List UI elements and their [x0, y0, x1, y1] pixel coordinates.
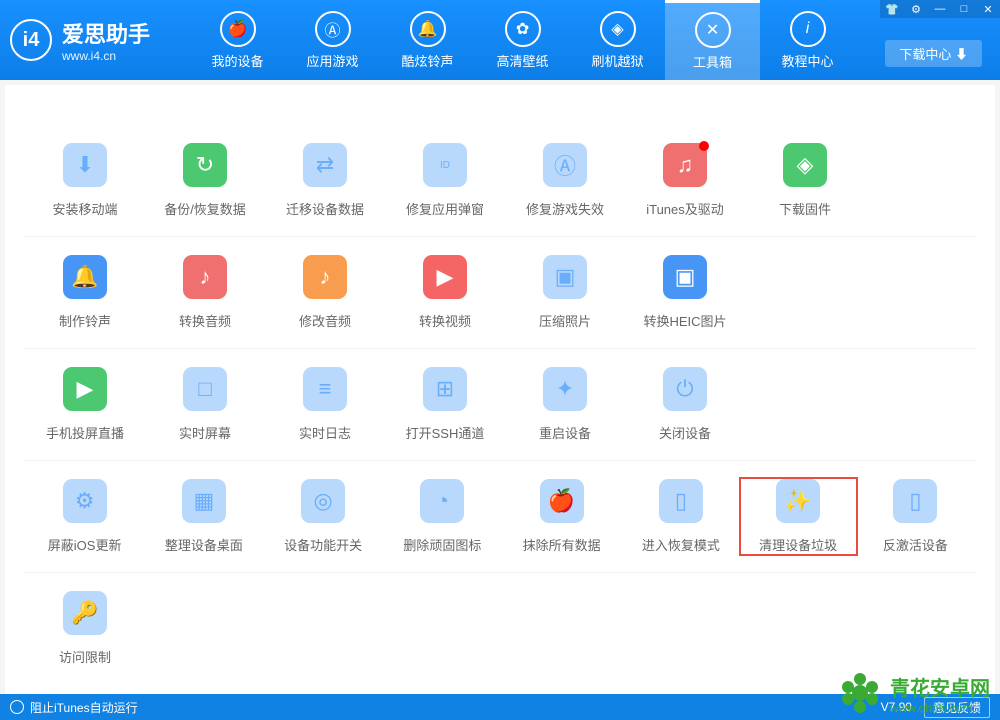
audio-icon: ♪	[183, 255, 227, 299]
download-icon: ⬇	[63, 143, 107, 187]
power-icon: ⏻	[663, 367, 707, 411]
nav-tab-jailbreak[interactable]: ◈ 刷机越狱	[570, 0, 665, 80]
nav-tab-tutorials[interactable]: i 教程中心	[760, 0, 855, 80]
circle-icon	[10, 700, 24, 714]
cube-icon: ◈	[783, 143, 827, 187]
toggle-icon: ◎	[301, 479, 345, 523]
tools-icon: ✕	[695, 12, 731, 48]
tool-fix-game[interactable]: Ⓐ 修复游戏失效	[505, 143, 625, 218]
settings-button[interactable]: ⚙	[904, 0, 928, 18]
tool-organize-desktop[interactable]: ▦ 整理设备桌面	[144, 479, 263, 554]
logo-icon: i4	[10, 19, 52, 61]
tool-recovery-mode[interactable]: ▯ 进入恢复模式	[621, 479, 740, 554]
gear-icon: ⚙	[63, 479, 107, 523]
nav-tab-my-device[interactable]: 🍎 我的设备	[190, 0, 285, 80]
skin-button[interactable]: 👕	[880, 0, 904, 18]
tool-make-ringtone[interactable]: 🔔 制作铃声	[25, 255, 145, 330]
window-controls: 👕 ⚙ — □ ✕	[880, 0, 1000, 18]
close-button[interactable]: ✕	[976, 0, 1000, 18]
app-title: 爱思助手	[62, 17, 150, 49]
tool-access-restriction[interactable]: 🔑 访问限制	[25, 591, 145, 666]
watermark: 青花安卓网 www.qhhlv.com	[838, 671, 990, 715]
app-icon: Ⓐ	[543, 143, 587, 187]
logo-area: i4 爱思助手 www.i4.cn	[10, 17, 150, 63]
transfer-icon: ⇄	[303, 143, 347, 187]
tool-convert-heic[interactable]: ▣ 转换HEIC图片	[625, 255, 745, 330]
app-url: www.i4.cn	[62, 49, 150, 63]
tool-fix-app-popup[interactable]: ID 修复应用弹窗	[385, 143, 505, 218]
tool-realtime-log[interactable]: ≡ 实时日志	[265, 367, 385, 442]
tool-device-switches[interactable]: ◎ 设备功能开关	[264, 479, 383, 554]
tool-migrate-data[interactable]: ⇄ 迁移设备数据	[265, 143, 385, 218]
itunes-block-toggle[interactable]: 阻止iTunes自动运行	[30, 699, 138, 716]
flower-icon: ✿	[505, 11, 541, 47]
grid-icon: ▦	[182, 479, 226, 523]
notification-dot-icon	[699, 141, 709, 151]
tool-row-3: ▶ 手机投屏直播 □ 实时屏幕 ≡ 实时日志 ⊞ 打开SSH通道 ✦ 重启设备 …	[25, 349, 975, 461]
tool-row-4: ⚙ 屏蔽iOS更新 ▦ 整理设备桌面 ◎ 设备功能开关 ◔ 删除顽固图标 🍎 抹…	[25, 461, 975, 573]
play-screen-icon: ▶	[63, 367, 107, 411]
logo-text: 爱思助手 www.i4.cn	[62, 17, 150, 63]
tool-convert-video[interactable]: ▶ 转换视频	[385, 255, 505, 330]
phone-recovery-icon: ▯	[659, 479, 703, 523]
tool-erase-all-data[interactable]: 🍎 抹除所有数据	[502, 479, 621, 554]
nav-tabs: 🍎 我的设备 Ⓐ 应用游戏 🔔 酷炫铃声 ✿ 高清壁纸 ◈ 刷机越狱 ✕ 工具箱…	[190, 0, 855, 80]
watermark-logo-icon	[838, 671, 882, 715]
tool-shutdown-device[interactable]: ⏻ 关闭设备	[625, 367, 745, 442]
log-icon: ≡	[303, 367, 347, 411]
heic-icon: ▣	[663, 255, 707, 299]
bell-icon: 🔔	[410, 11, 446, 47]
terminal-icon: ⊞	[423, 367, 467, 411]
tool-delete-stubborn-icons[interactable]: ◔ 删除顽固图标	[383, 479, 502, 554]
tool-screen-mirror[interactable]: ▶ 手机投屏直播	[25, 367, 145, 442]
edit-audio-icon: ♪	[303, 255, 347, 299]
tool-itunes-driver[interactable]: ♫ iTunes及驱动	[625, 143, 745, 218]
main-content: ⬇ 安装移动端 ↻ 备份/恢复数据 ⇄ 迁移设备数据 ID 修复应用弹窗 Ⓐ 修…	[5, 85, 995, 695]
tool-reboot-device[interactable]: ✦ 重启设备	[505, 367, 625, 442]
refresh-icon: ↻	[183, 143, 227, 187]
phone-deactivate-icon: ▯	[893, 479, 937, 523]
reboot-icon: ✦	[543, 367, 587, 411]
apple-erase-icon: 🍎	[540, 479, 584, 523]
apps-icon: Ⓐ	[315, 11, 351, 47]
maximize-button[interactable]: □	[952, 0, 976, 18]
nav-tab-wallpapers[interactable]: ✿ 高清壁纸	[475, 0, 570, 80]
tool-block-ios-update[interactable]: ⚙ 屏蔽iOS更新	[25, 479, 144, 554]
download-center-button[interactable]: 下载中心 ⬇	[885, 40, 982, 67]
apple-icon: 🍎	[220, 11, 256, 47]
play-icon: ▶	[423, 255, 467, 299]
nav-tab-apps-games[interactable]: Ⓐ 应用游戏	[285, 0, 380, 80]
nav-tab-toolbox[interactable]: ✕ 工具箱	[665, 0, 760, 80]
box-icon: ◈	[600, 11, 636, 47]
monitor-icon: □	[183, 367, 227, 411]
bell-tool-icon: 🔔	[63, 255, 107, 299]
tool-row-5: 🔑 访问限制	[25, 573, 975, 684]
tool-compress-photo[interactable]: ▣ 压缩照片	[505, 255, 625, 330]
apple-id-icon: ID	[423, 143, 467, 187]
tool-convert-audio[interactable]: ♪ 转换音频	[145, 255, 265, 330]
tool-row-1: ⬇ 安装移动端 ↻ 备份/恢复数据 ⇄ 迁移设备数据 ID 修复应用弹窗 Ⓐ 修…	[25, 125, 975, 237]
header-bar: i4 爱思助手 www.i4.cn 🍎 我的设备 Ⓐ 应用游戏 🔔 酷炫铃声 ✿…	[0, 0, 1000, 80]
tool-deactivate-device[interactable]: ▯ 反激活设备	[856, 479, 975, 554]
pie-icon: ◔	[420, 479, 464, 523]
clean-icon: ✨	[776, 479, 820, 523]
image-icon: ▣	[543, 255, 587, 299]
tool-clean-device-trash[interactable]: ✨ 清理设备垃圾	[739, 477, 858, 556]
tool-realtime-screen[interactable]: □ 实时屏幕	[145, 367, 265, 442]
tool-open-ssh[interactable]: ⊞ 打开SSH通道	[385, 367, 505, 442]
tool-row-2: 🔔 制作铃声 ♪ 转换音频 ♪ 修改音频 ▶ 转换视频 ▣ 压缩照片 ▣ 转换H…	[25, 237, 975, 349]
footer-left: 阻止iTunes自动运行	[10, 699, 881, 716]
tool-download-firmware[interactable]: ◈ 下载固件	[745, 143, 865, 218]
music-icon: ♫	[663, 143, 707, 187]
key-icon: 🔑	[63, 591, 107, 635]
tool-install-mobile[interactable]: ⬇ 安装移动端	[25, 143, 145, 218]
watermark-text: 青花安卓网 www.qhhlv.com	[890, 672, 990, 715]
minimize-button[interactable]: —	[928, 0, 952, 18]
info-icon: i	[790, 11, 826, 47]
tool-backup-restore[interactable]: ↻ 备份/恢复数据	[145, 143, 265, 218]
nav-tab-ringtones[interactable]: 🔔 酷炫铃声	[380, 0, 475, 80]
tool-edit-audio[interactable]: ♪ 修改音频	[265, 255, 385, 330]
